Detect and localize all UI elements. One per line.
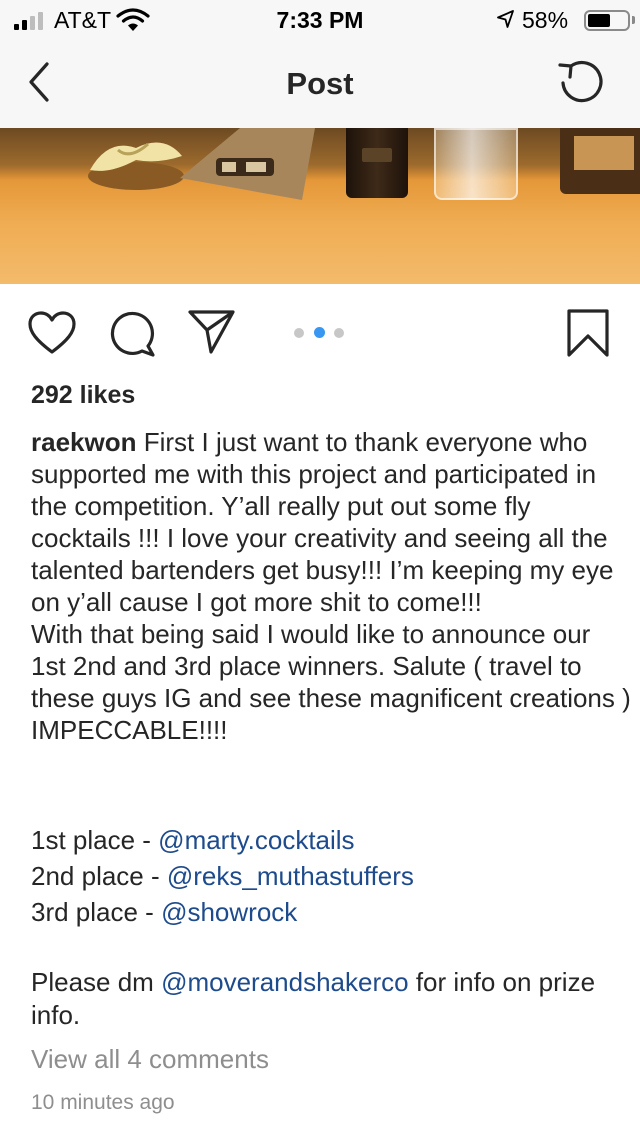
caption-username[interactable]: raekwon [31, 427, 137, 457]
dm-prefix: Please dm [31, 967, 162, 997]
image-glass [434, 128, 518, 200]
mention-link[interactable]: @reks_muthastuffers [167, 861, 414, 891]
battery-level-fill [588, 14, 610, 27]
caption-text-announcement: With that being said I would like to ann… [31, 619, 631, 745]
post-caption: raekwon First I just want to thank every… [31, 426, 631, 746]
placing-label: 2nd place - [31, 861, 167, 891]
post-actions [0, 284, 640, 380]
post-timestamp: 10 minutes ago [31, 1091, 175, 1114]
page-title: Post [286, 66, 354, 101]
nav-bar: Post [0, 40, 640, 128]
image-napkin [170, 128, 320, 210]
battery-percent: 58% [522, 7, 569, 33]
carousel-dot [314, 327, 325, 338]
image-box [560, 128, 640, 194]
mention-link[interactable]: @moverandshakerco [161, 967, 409, 997]
placing-label: 3rd place - [31, 897, 162, 927]
mention-link[interactable]: @marty.cocktails [158, 825, 354, 855]
placing-label: 1st place - [31, 825, 159, 855]
mention-link[interactable]: @showrock [161, 897, 297, 927]
carousel-dot [294, 328, 304, 338]
view-comments-link[interactable]: View all 4 comments [31, 1044, 269, 1075]
location-arrow-icon [496, 9, 516, 34]
likes-count[interactable]: 292 likes [31, 381, 135, 410]
comment-icon[interactable] [108, 310, 158, 363]
battery-cap [632, 16, 635, 24]
battery-icon [584, 10, 630, 31]
post-image[interactable] [0, 128, 640, 284]
placing-item-1st: 1st place - @marty.cocktails [31, 822, 631, 858]
placings-list: 1st place - @marty.cocktails 2nd place -… [31, 822, 631, 930]
placing-item-2nd: 2nd place - @reks_muthastuffers [31, 858, 631, 894]
image-bottle [346, 128, 408, 198]
status-bar: AT&T 7:33 PM 58% [0, 0, 640, 40]
placing-item-3rd: 3rd place - @showrock [31, 894, 631, 930]
share-icon[interactable] [187, 308, 237, 361]
bookmark-icon[interactable] [566, 308, 610, 363]
refresh-icon[interactable] [554, 56, 610, 110]
carousel-dot [334, 328, 344, 338]
dm-info-text: Please dm @moverandshakerco for info on … [31, 966, 611, 1032]
heart-icon[interactable] [27, 310, 77, 361]
